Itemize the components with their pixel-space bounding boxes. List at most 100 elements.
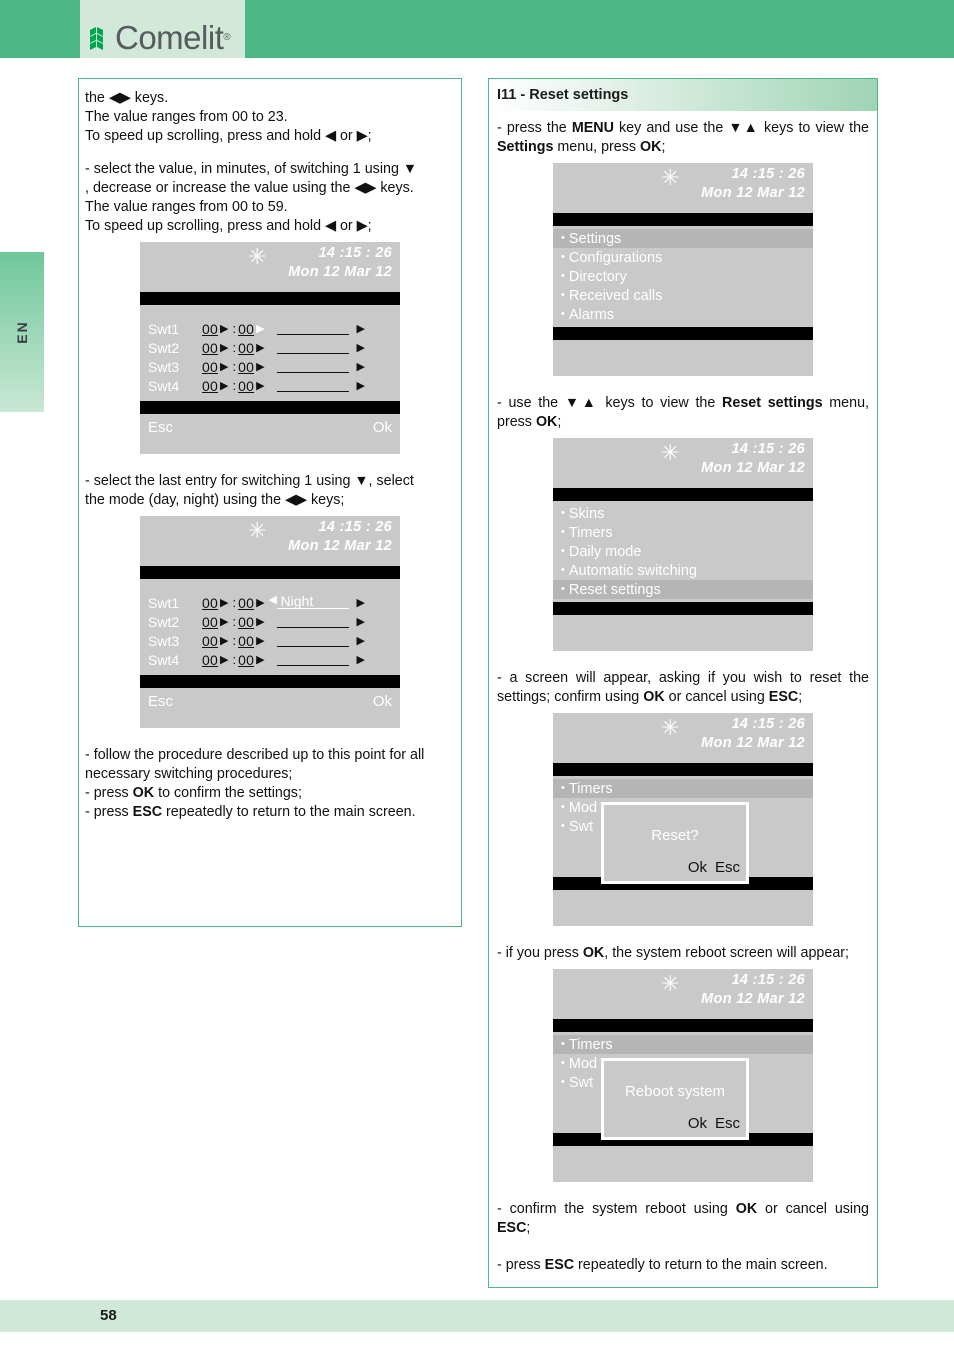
- swt-mode-field[interactable]: [276, 360, 349, 373]
- swt-minutes[interactable]: 00: [238, 633, 254, 649]
- swt-mode-field[interactable]: [276, 322, 349, 335]
- caret-right-icon[interactable]: ▶: [220, 341, 228, 354]
- swt-mode-field[interactable]: [276, 634, 349, 647]
- caret-right-icon[interactable]: ▶: [220, 360, 228, 373]
- table-row[interactable]: Swt1 00 ▶:00 ▶ ▶: [140, 319, 400, 338]
- swt-minutes[interactable]: 00: [238, 595, 254, 611]
- screen-divider-top: [553, 213, 813, 226]
- t: - press the: [497, 120, 572, 136]
- list-item[interactable]: • Skins: [553, 504, 813, 523]
- swt-hours[interactable]: 00: [202, 378, 218, 394]
- table-row[interactable]: Swt2 00 ▶:00 ▶ ▶: [140, 612, 400, 631]
- caret-right-icon[interactable]: ▶: [220, 615, 228, 628]
- swt-minutes[interactable]: 00: [238, 614, 254, 630]
- dialog-ok-button[interactable]: Ok: [688, 1115, 707, 1132]
- list-item[interactable]: • Received calls: [553, 286, 813, 305]
- table-row[interactable]: Swt4 00 ▶:00 ▶ ▶: [140, 650, 400, 669]
- swt-minutes[interactable]: 00: [238, 378, 254, 394]
- caret-right-icon[interactable]: ▶: [256, 341, 264, 354]
- swt-hours[interactable]: 00: [202, 652, 218, 668]
- bullet-icon: •: [561, 1057, 565, 1069]
- list-item[interactable]: • Alarms: [553, 305, 813, 324]
- esc-button[interactable]: Esc: [148, 419, 173, 436]
- bullet-icon: •: [561, 289, 565, 301]
- caret-right-icon[interactable]: ▶: [220, 634, 228, 647]
- caret-right-icon[interactable]: ▶: [357, 634, 365, 647]
- list-item[interactable]: • Timers: [553, 779, 813, 798]
- caret-right-icon[interactable]: ▶: [357, 615, 365, 628]
- caret-right-icon[interactable]: ▶: [256, 379, 264, 392]
- caret-right-icon[interactable]: ▶: [256, 360, 264, 373]
- caret-right-icon[interactable]: ▶: [220, 322, 228, 335]
- caret-right-icon[interactable]: ▶: [220, 653, 228, 666]
- swt-mode-field[interactable]: [276, 653, 349, 666]
- list-item[interactable]: • Configurations: [553, 248, 813, 267]
- right-step-3: - a screen will appear, asking if you wi…: [497, 669, 869, 707]
- caret-right-icon[interactable]: ▶: [220, 596, 228, 609]
- dialog-esc-button[interactable]: Esc: [715, 859, 740, 876]
- bullet-icon: •: [561, 1076, 565, 1088]
- swt-hours[interactable]: 00: [202, 340, 218, 356]
- caret-right-icon[interactable]: ▶: [220, 379, 228, 392]
- left-para-2-line-4: To speed up scrolling, press and hold ◀ …: [85, 218, 372, 234]
- swt-hours[interactable]: 00: [202, 633, 218, 649]
- table-row[interactable]: Swt4 00 ▶:00 ▶ ▶: [140, 376, 400, 395]
- list-item[interactable]: • Timers: [553, 1035, 813, 1054]
- esc-button[interactable]: Esc: [148, 693, 173, 710]
- caret-right-icon[interactable]: ▶: [256, 653, 264, 666]
- swt-hours[interactable]: 00: [202, 614, 218, 630]
- swt-label: Swt3: [148, 632, 180, 649]
- caret-right-icon[interactable]: ▶: [357, 360, 365, 373]
- swt-hours[interactable]: 00: [202, 359, 218, 375]
- swt-minutes[interactable]: 00: [238, 359, 254, 375]
- t: repeatedly to return to the main screen.: [162, 804, 416, 820]
- table-row[interactable]: Swt3 00 ▶:00 ▶ ▶: [140, 631, 400, 650]
- swt-hours[interactable]: 00: [202, 595, 218, 611]
- ok-button[interactable]: Ok: [373, 693, 392, 710]
- screen-time: 14 :15 : 26: [318, 519, 392, 535]
- table-row[interactable]: Swt3 00 ▶:00 ▶ ▶: [140, 357, 400, 376]
- list-item[interactable]: • Timers: [553, 523, 813, 542]
- list-item[interactable]: • Daily mode: [553, 542, 813, 561]
- table-row[interactable]: Swt2 00 ▶:00 ▶ ▶: [140, 338, 400, 357]
- screen-footer-blank: [553, 340, 813, 358]
- t: repeatedly to return to the main screen.: [574, 1257, 828, 1273]
- screen-content: Swt1 00 ▶:00 ▶ ◀ Night ▶ Swt2 00 ▶:00 ▶ ▶ Swt3…: [140, 579, 400, 675]
- list-item[interactable]: • Automatic switching: [553, 561, 813, 580]
- bullet-icon: •: [561, 545, 565, 557]
- time-colon: :: [232, 378, 237, 393]
- swt-mode-field[interactable]: [276, 379, 349, 392]
- swt-minutes[interactable]: 00: [238, 321, 254, 337]
- right-step-5: - confirm the system reboot using OK or …: [497, 1200, 869, 1238]
- t: - press: [85, 785, 133, 801]
- list-item[interactable]: • Directory: [553, 267, 813, 286]
- caret-right-icon[interactable]: ▶: [256, 322, 264, 335]
- swt-mode-field[interactable]: [276, 341, 349, 354]
- list-item-label: Timers: [568, 781, 613, 797]
- dialog-ok-button[interactable]: Ok: [688, 859, 707, 876]
- caret-right-icon[interactable]: ▶: [256, 615, 264, 628]
- table-row[interactable]: Swt1 00 ▶:00 ▶ ◀ Night ▶: [140, 593, 400, 612]
- caret-right-icon[interactable]: ▶: [256, 596, 264, 609]
- right-step-6: - press ESC repeatedly to return to the …: [497, 1256, 869, 1275]
- list-item[interactable]: • Settings: [553, 229, 813, 248]
- caret-right-icon[interactable]: ▶: [256, 634, 264, 647]
- swt-mode-field[interactable]: [276, 615, 349, 628]
- bullet-icon: •: [561, 507, 565, 519]
- device-screen-settings-menu: ✳ 14 :15 : 26 Mon 12 Mar 12 • Skins • Time…: [553, 438, 813, 651]
- swt-minutes[interactable]: 00: [238, 652, 254, 668]
- ok-keyword: OK: [535, 414, 558, 430]
- caret-right-icon[interactable]: ▶: [357, 653, 365, 666]
- caret-right-icon[interactable]: ▶: [357, 322, 365, 335]
- caret-right-icon[interactable]: ▶: [357, 596, 365, 609]
- sun-icon: ✳: [661, 165, 680, 190]
- swt-hours[interactable]: 00: [202, 321, 218, 337]
- caret-right-icon[interactable]: ▶: [357, 379, 365, 392]
- swt-minutes[interactable]: 00: [238, 340, 254, 356]
- list-item[interactable]: • Reset settings: [553, 580, 813, 599]
- caret-left-icon[interactable]: ◀: [269, 593, 277, 606]
- ok-button[interactable]: Ok: [373, 419, 392, 436]
- dialog-esc-button[interactable]: Esc: [715, 1115, 740, 1132]
- caret-right-icon[interactable]: ▶: [357, 341, 365, 354]
- swt-mode-field-selected[interactable]: ◀ Night: [269, 593, 349, 609]
